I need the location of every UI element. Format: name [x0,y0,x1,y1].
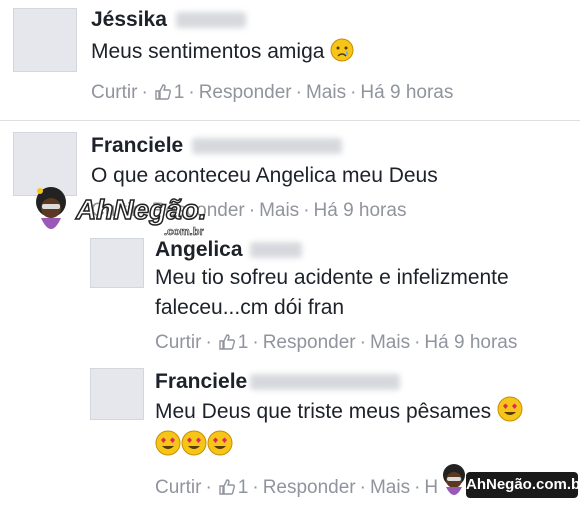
like-count: 1 [237,477,249,498]
more-button[interactable]: Mais [306,82,346,103]
mascot-icon [36,187,66,229]
reply-button[interactable]: Responder [263,477,356,498]
thumbs-up-icon [154,83,172,107]
comment-actions: Curtir · 1 · Responder · Mais · Há 9 horas [91,82,453,107]
blurred-surname [250,242,302,258]
timestamp[interactable]: Há 9 horas [360,82,453,103]
comment-actions: Curtir · 1 · Responder · Mais · Há 9 horas [155,332,517,357]
like-button[interactable]: Curtir [155,477,201,498]
timestamp[interactable]: Há 9 horas [424,332,517,353]
avatar[interactable] [13,8,77,72]
comment-text: Meu tio sofreu acidente e infelizmente f… [155,263,509,323]
watermark-badge: AhNegão.com.br [466,472,580,498]
watermark-logo-text: AhNegão. [75,193,207,226]
blurred-surname [176,12,246,28]
like-count: 1 [173,82,185,103]
comment-line: Meus sentimentos amiga [91,40,325,63]
watermark-logo: AhNegão. .com.br [30,186,207,242]
timestamp[interactable]: Há 9 horas [314,200,407,221]
blurred-surname [250,374,400,390]
like-button[interactable]: Curtir [91,82,137,103]
emoji-row [155,430,233,461]
avatar[interactable] [90,368,144,420]
thumbs-up-icon [218,478,236,502]
crying-emoji-icon [330,38,354,71]
commenter-name[interactable]: Jéssika [91,8,167,32]
reply-button[interactable]: Responder [199,82,292,103]
comment-line: O que aconteceu Angelica meu Deus [91,164,438,187]
commenter-name[interactable]: Franciele [155,370,247,394]
watermark-sub-text: .com.br [164,226,204,239]
comment-text: Meus sentimentos amiga [91,37,354,71]
avatar[interactable] [90,238,144,288]
reply-button[interactable]: Responder [263,332,356,353]
more-button[interactable]: Mais [370,477,410,498]
heart-eyes-emoji-icon [181,430,207,461]
heart-eyes-emoji-icon [155,430,181,461]
comment-text: Meu Deus que triste meus pêsames [155,396,523,431]
heart-eyes-emoji-icon [497,396,523,431]
commenter-name[interactable]: Franciele [91,134,183,158]
comment-line: faleceu...cm dói fran [155,296,345,319]
comment-line: Meu tio sofreu acidente e infelizmente [155,266,509,289]
like-button[interactable]: Curtir [155,332,201,353]
thumbs-up-icon [218,333,236,357]
more-button[interactable]: Mais [259,200,299,221]
like-count: 1 [237,332,249,353]
heart-eyes-emoji-icon [207,430,233,461]
more-button[interactable]: Mais [370,332,410,353]
comment-actions: Curtir · 1 · Responder · Mais · H [155,477,438,502]
blurred-surname [192,138,342,154]
commenter-name[interactable]: Angelica [155,238,243,262]
comment-line: Meu Deus que triste meus pêsames [155,400,492,423]
divider [0,120,580,121]
